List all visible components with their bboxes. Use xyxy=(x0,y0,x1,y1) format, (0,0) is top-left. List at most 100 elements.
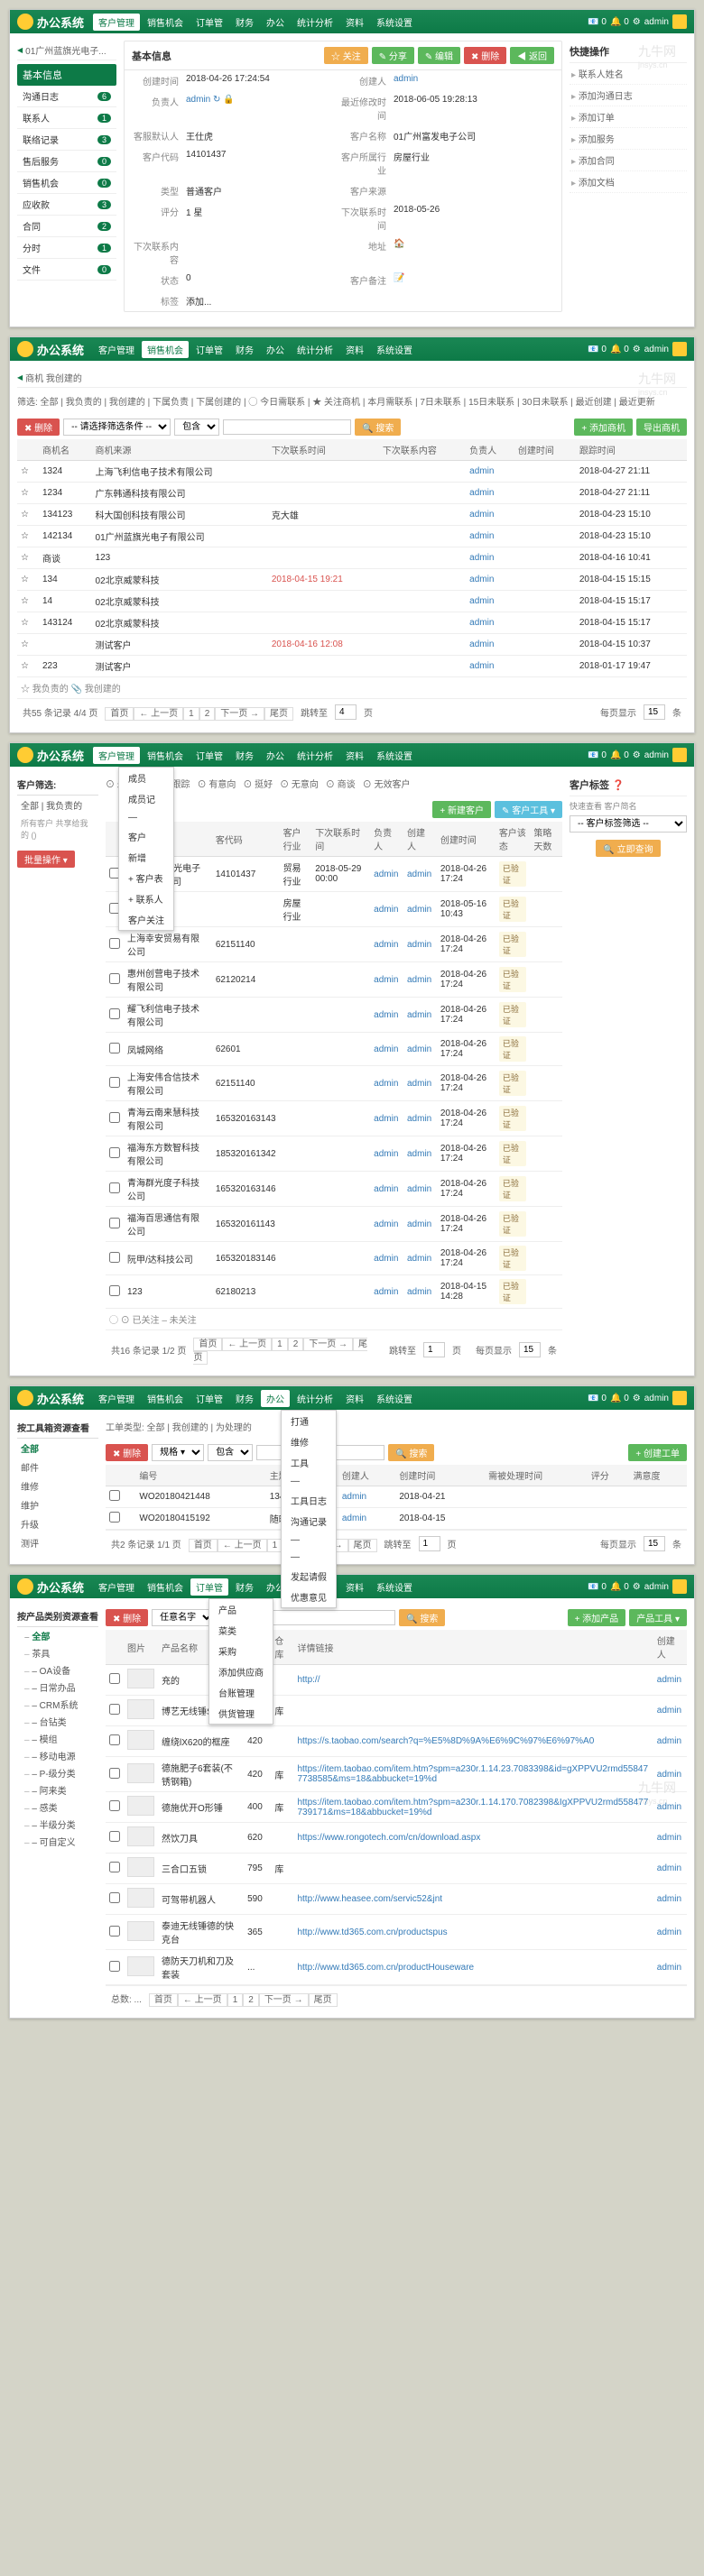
table-row[interactable]: 上海安伟合信技术有限公司62151140adminadmin2018-04-26… xyxy=(106,1066,562,1101)
sidebar-item[interactable]: 分时1 xyxy=(17,237,116,259)
menu-item[interactable]: 优惠意见 xyxy=(282,1587,336,1607)
sidebar-item[interactable]: 联系人1 xyxy=(17,107,116,129)
quick-item[interactable]: 添加订单 xyxy=(570,106,687,128)
sidebar-item[interactable]: 沟通日志6 xyxy=(17,86,116,107)
table-row[interactable]: ☆13402北京威蒙科技2018-04-15 19:21admin2018-04… xyxy=(17,569,687,591)
back-button[interactable]: ◀ 返回 xyxy=(510,47,554,64)
bell-icon[interactable]: 🔔 0 xyxy=(610,17,629,27)
pager-button[interactable]: 尾页 xyxy=(348,1539,377,1552)
menu-item[interactable]: 工具日志 xyxy=(282,1490,336,1511)
pager-button[interactable]: 1 xyxy=(272,1338,288,1351)
menu-item[interactable]: 产品 xyxy=(209,1599,273,1620)
sidebar-item[interactable]: 应收款3 xyxy=(17,194,116,216)
export-button[interactable]: 导出商机 xyxy=(636,419,687,436)
sidebar-item[interactable]: 联络记录3 xyxy=(17,129,116,151)
menu-item[interactable]: 维修 xyxy=(282,1431,336,1452)
add-button[interactable]: + 添加商机 xyxy=(574,419,633,436)
table-row[interactable]: ☆1234广东韩通科技有限公司admin2018-04-27 21:11 xyxy=(17,483,687,504)
quick-item[interactable]: 添加服务 xyxy=(570,128,687,150)
nav-item[interactable]: 办公 xyxy=(261,14,290,31)
table-row[interactable]: 德施优开O形锤400库https://item.taobao.com/item.… xyxy=(106,1792,687,1823)
table-row[interactable]: 充的2222http://admin xyxy=(106,1665,687,1696)
menu-item[interactable]: 台账管理 xyxy=(209,1682,273,1703)
nav-item[interactable]: 订单管 xyxy=(190,14,228,31)
pager-button[interactable]: 下一页 → xyxy=(259,1993,309,2007)
sidebar-item[interactable]: 文件0 xyxy=(17,259,116,281)
filter-bar[interactable]: 筛选: 全部 | 我负责的 | 我创建的 | 下属负责 | 下属创建的 | ◯ … xyxy=(17,391,687,415)
pager-button[interactable]: 尾页 xyxy=(264,707,293,721)
table-row[interactable]: ☆223测试客户admin2018-01-17 19:47 xyxy=(17,656,687,677)
pager-button[interactable]: 2 xyxy=(243,1993,259,2007)
edit-button[interactable]: ✎ 编辑 xyxy=(418,47,460,64)
pager-button[interactable]: 2 xyxy=(199,707,216,721)
nav-item[interactable]: 统计分析 xyxy=(292,14,338,31)
table-row[interactable]: 三合口五锁795库admin xyxy=(106,1854,687,1884)
user-label[interactable]: admin xyxy=(644,17,669,27)
menu-item[interactable]: — xyxy=(282,1532,336,1549)
search-input[interactable] xyxy=(223,419,351,435)
filter-select[interactable]: -- 请选择筛选条件 -- xyxy=(63,419,171,436)
table-row[interactable]: 阮甲/达科技公司165320183146adminadmin2018-04-26… xyxy=(106,1242,562,1275)
menu-item[interactable]: — xyxy=(282,1473,336,1490)
table-row[interactable]: ☆14312402北京威蒙科技admin2018-04-15 15:17 xyxy=(17,612,687,634)
quick-item[interactable]: 添加合同 xyxy=(570,150,687,171)
menu-item[interactable]: 新增 xyxy=(119,847,173,868)
table-row[interactable]: 上海幸安贸易有限公司62151140adminadmin2018-04-26 1… xyxy=(106,927,562,962)
pager-button[interactable]: 1 xyxy=(183,707,199,721)
batch-button[interactable]: 批量操作 ▾ xyxy=(17,851,75,868)
table-row[interactable]: 福海东方数智科技有限公司185320161342adminadmin2018-0… xyxy=(106,1136,562,1172)
table-row[interactable]: ☆1324上海飞利信电子技术有限公司admin2018-04-27 21:11 xyxy=(17,461,687,483)
pager-button[interactable]: 首页 xyxy=(193,1338,222,1351)
menu-item[interactable]: 采购 xyxy=(209,1641,273,1661)
nav-item[interactable]: 财务 xyxy=(230,14,259,31)
nav-item[interactable]: 客户管理 xyxy=(93,14,140,31)
sidebar-item[interactable]: 合同2 xyxy=(17,216,116,237)
pager-button[interactable]: 首页 xyxy=(105,707,134,721)
table-row[interactable]: 凤城网络62601adminadmin2018-04-26 17:24已验证 xyxy=(106,1033,562,1066)
quick-item[interactable]: 添加沟通日志 xyxy=(570,85,687,106)
menu-item[interactable]: 成员记 xyxy=(119,788,173,809)
table-row[interactable]: 德施肥子6套装(不锈钢箱)420库https://item.taobao.com… xyxy=(106,1757,687,1792)
pager-button[interactable]: ← 上一页 xyxy=(218,1539,267,1552)
pager-button[interactable]: 1 xyxy=(227,1993,244,2007)
pager-button[interactable]: 下一页 → xyxy=(303,1338,353,1351)
menu-item[interactable]: 添加供应商 xyxy=(209,1661,273,1682)
sidebar-item[interactable]: 销售机会0 xyxy=(17,172,116,194)
table-row[interactable]: ☆商谈123admin2018-04-16 10:41 xyxy=(17,547,687,569)
sidebar-item[interactable]: 售后服务0 xyxy=(17,151,116,172)
tools-button[interactable]: ✎ 客户工具 ▾ xyxy=(495,801,562,818)
star-button[interactable]: ☆ 关注 xyxy=(324,47,368,64)
table-row[interactable]: ☆14213401广州蓝旗光电子有限公司admin2018-04-23 15:1… xyxy=(17,526,687,547)
table-row[interactable]: 泰迪无线锤德的快克台365http://www.td365.com.cn/pro… xyxy=(106,1915,687,1950)
menu-item[interactable]: 菜类 xyxy=(209,1620,273,1641)
table-row[interactable]: ☆1402北京威蒙科技admin2018-04-15 15:17 xyxy=(17,591,687,612)
match-select[interactable]: 包含 xyxy=(174,419,219,436)
table-row[interactable]: ☆134123科大国创科技有限公司克大雄admin2018-04-23 15:1… xyxy=(17,504,687,526)
menu-item[interactable]: 工具 xyxy=(282,1452,336,1473)
gear-icon[interactable]: ⚙ xyxy=(633,17,641,27)
search-button[interactable]: 🔍 搜索 xyxy=(355,419,401,436)
menu-item[interactable]: + 联系人 xyxy=(119,888,173,909)
pager-button[interactable]: 首页 xyxy=(149,1993,178,2007)
pager-button[interactable]: 下一页 → xyxy=(215,707,264,721)
menu-item[interactable]: 发起请假 xyxy=(282,1566,336,1587)
quick-item[interactable]: 联系人姓名 xyxy=(570,63,687,85)
table-row[interactable]: ☆测试客户2018-04-16 12:08admin2018-04-15 10:… xyxy=(17,634,687,656)
table-row[interactable]: 德防天刀机和刀及套装...http://www.td365.com.cn/pro… xyxy=(106,1950,687,1985)
menu-item[interactable]: + 客户表 xyxy=(119,868,173,888)
nav-item[interactable]: 资料 xyxy=(340,14,369,31)
new-button[interactable]: + 新建客户 xyxy=(432,801,491,818)
nav-item[interactable]: 系统设置 xyxy=(371,14,418,31)
menu-item[interactable]: 沟通记录 xyxy=(282,1511,336,1532)
menu-item[interactable]: 客户关注 xyxy=(119,909,173,930)
table-row[interactable]: 12362180213adminadmin2018-04-15 14:28已验证 xyxy=(106,1275,562,1309)
table-row[interactable]: 缠绕lX620的框座420https://s.taobao.com/search… xyxy=(106,1726,687,1757)
menu-item[interactable]: 供货管理 xyxy=(209,1703,273,1724)
menu-item[interactable]: 成员 xyxy=(119,768,173,788)
avatar[interactable] xyxy=(672,14,687,29)
nav-item[interactable]: 销售机会 xyxy=(142,14,189,31)
pager-button[interactable]: 2 xyxy=(288,1338,304,1351)
pager-button[interactable]: ← 上一页 xyxy=(134,707,183,721)
table-row[interactable]: 青海云南来慧科技有限公司165320163143adminadmin2018-0… xyxy=(106,1101,562,1136)
menu-item[interactable]: 客户 xyxy=(119,826,173,847)
